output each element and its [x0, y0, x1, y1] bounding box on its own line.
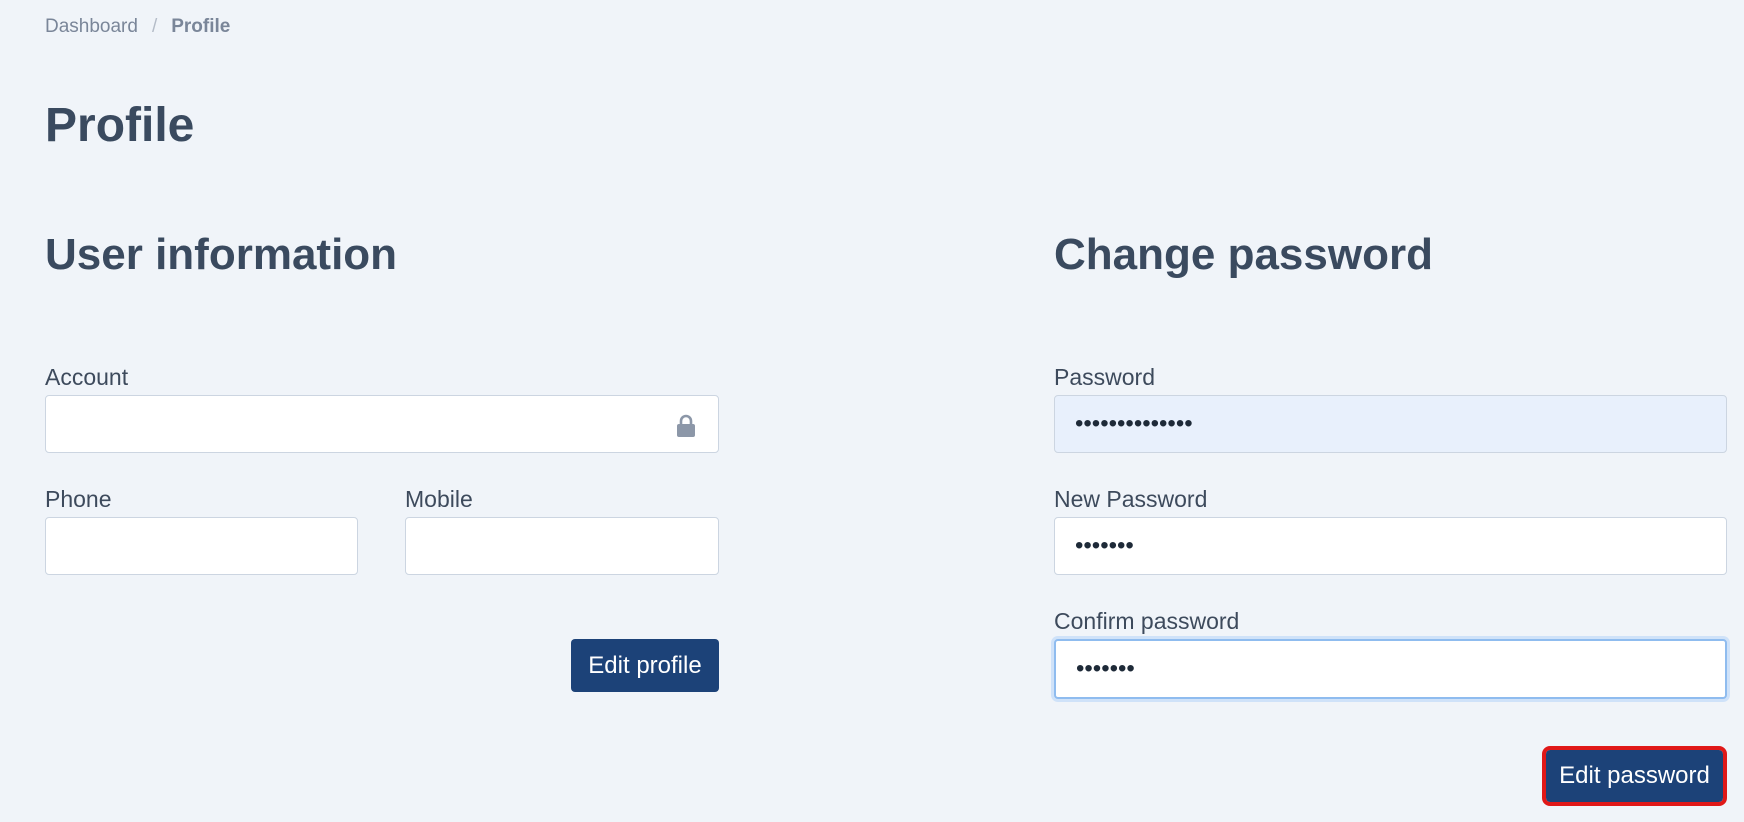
- password-label: Password: [1054, 364, 1155, 390]
- phone-label: Phone: [45, 486, 112, 512]
- account-input[interactable]: [45, 395, 719, 453]
- password-input[interactable]: [1054, 395, 1727, 453]
- mobile-label: Mobile: [405, 486, 473, 512]
- lock-icon: [677, 414, 695, 437]
- edit-profile-button[interactable]: Edit profile: [571, 639, 719, 692]
- breadcrumb-separator: /: [151, 16, 158, 37]
- breadcrumb: Dashboard / Profile: [45, 16, 230, 38]
- new-password-input[interactable]: [1054, 517, 1727, 575]
- mobile-input[interactable]: [405, 517, 719, 575]
- breadcrumb-current: Profile: [171, 16, 231, 37]
- phone-input[interactable]: [45, 517, 358, 575]
- confirm-password-label: Confirm password: [1054, 608, 1240, 634]
- confirm-password-input[interactable]: [1054, 639, 1727, 699]
- breadcrumb-dashboard-link[interactable]: Dashboard: [45, 16, 138, 38]
- new-password-label: New Password: [1054, 486, 1208, 512]
- edit-password-button[interactable]: Edit password: [1542, 746, 1727, 806]
- user-information-title: User information: [45, 230, 398, 279]
- change-password-title: Change password: [1054, 230, 1433, 279]
- page-title: Profile: [45, 99, 195, 152]
- account-label: Account: [45, 364, 129, 390]
